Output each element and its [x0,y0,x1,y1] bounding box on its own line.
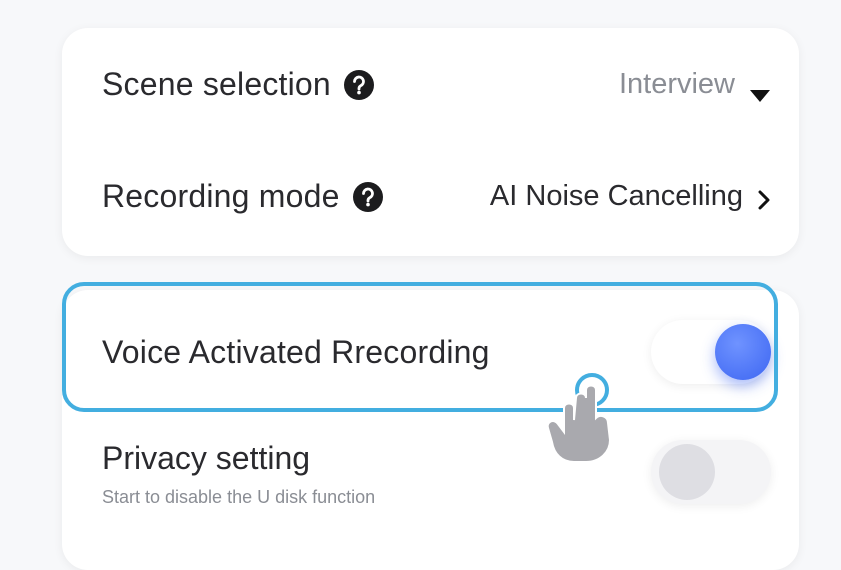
toggle-knob [715,324,771,380]
recording-settings-card: Scene selection Interview Recording mode [62,28,799,256]
toggle-knob [659,444,715,500]
voice-activated-row: Voice Activated Rrecording [102,320,771,384]
recording-mode-value: AI Noise Cancelling [489,180,743,212]
caret-down-icon [749,78,771,102]
privacy-setting-label: Privacy setting [102,440,311,476]
recording-mode-label: Recording mode [102,178,340,214]
voice-activated-toggle[interactable] [651,320,771,384]
scene-selection-row[interactable]: Scene selection Interview [102,66,771,103]
privacy-setting-description: Start to disable the U disk function [102,487,376,507]
scene-selection-label: Scene selection [102,66,331,102]
voice-activated-label: Voice Activated Rrecording [102,333,490,370]
tap-hand-icon [540,368,620,468]
question-circle-icon[interactable] [343,69,375,101]
question-circle-icon[interactable] [352,181,384,213]
scene-dropdown[interactable]: Interview [618,68,771,102]
privacy-text-group: Privacy setting Start to disable the U d… [102,440,375,508]
recording-mode-row[interactable]: Recording mode AI Noise Cancelling [102,178,771,215]
scene-selected-value: Interview [618,68,735,100]
recording-mode-selector[interactable]: AI Noise Cancelling [490,180,771,213]
privacy-setting-row: Privacy setting Start to disable the U d… [102,440,771,508]
privacy-toggle[interactable] [651,440,771,504]
scene-selection-label-group: Scene selection [102,66,375,103]
chevron-right-icon [757,186,771,209]
recording-mode-label-group: Recording mode [102,178,384,215]
feature-toggles-card: Voice Activated Rrecording Privacy setti… [62,290,799,570]
